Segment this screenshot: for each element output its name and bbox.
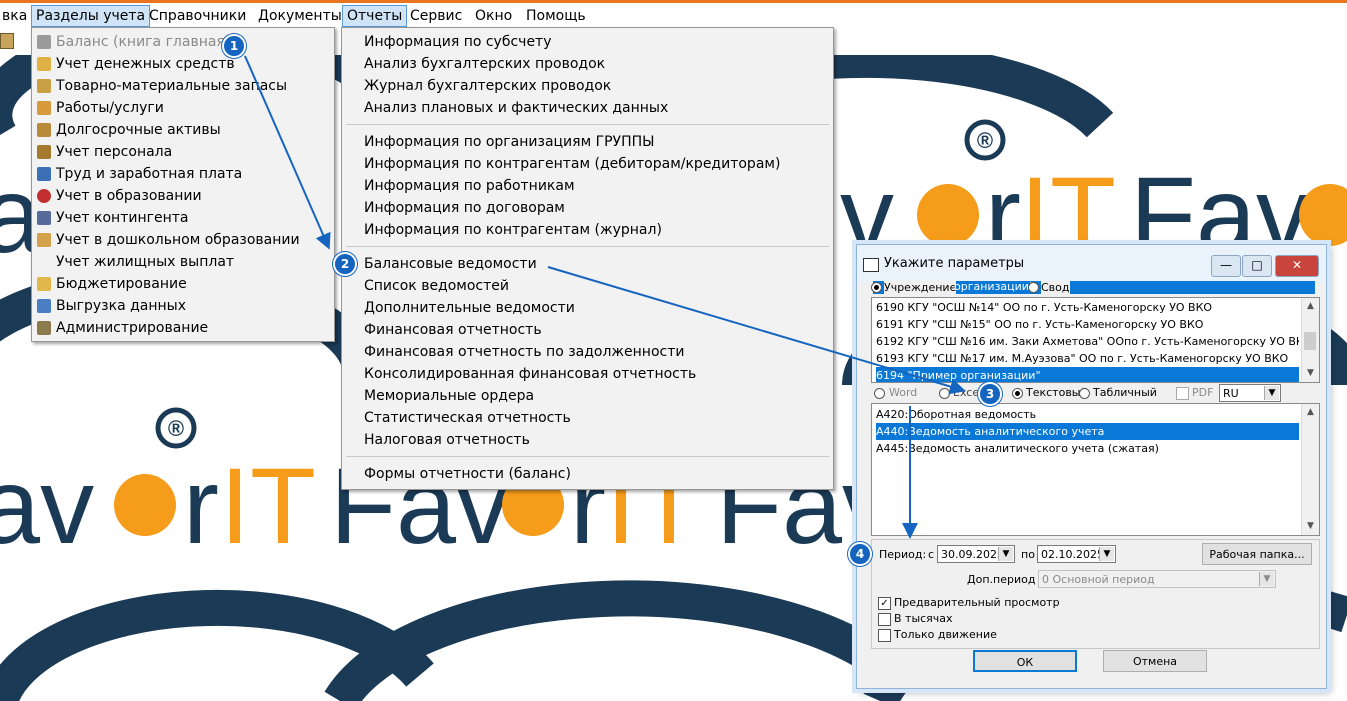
step-badge-3: 3 bbox=[978, 382, 1002, 406]
arrow-2-to-3 bbox=[547, 266, 966, 395]
step-badge-1: 1 bbox=[222, 34, 246, 58]
step-badge-4: 4 bbox=[848, 542, 872, 566]
step-badge-2: 2 bbox=[333, 252, 357, 276]
arrow-1-to-2 bbox=[244, 55, 331, 250]
annotation-arrows bbox=[244, 55, 966, 539]
